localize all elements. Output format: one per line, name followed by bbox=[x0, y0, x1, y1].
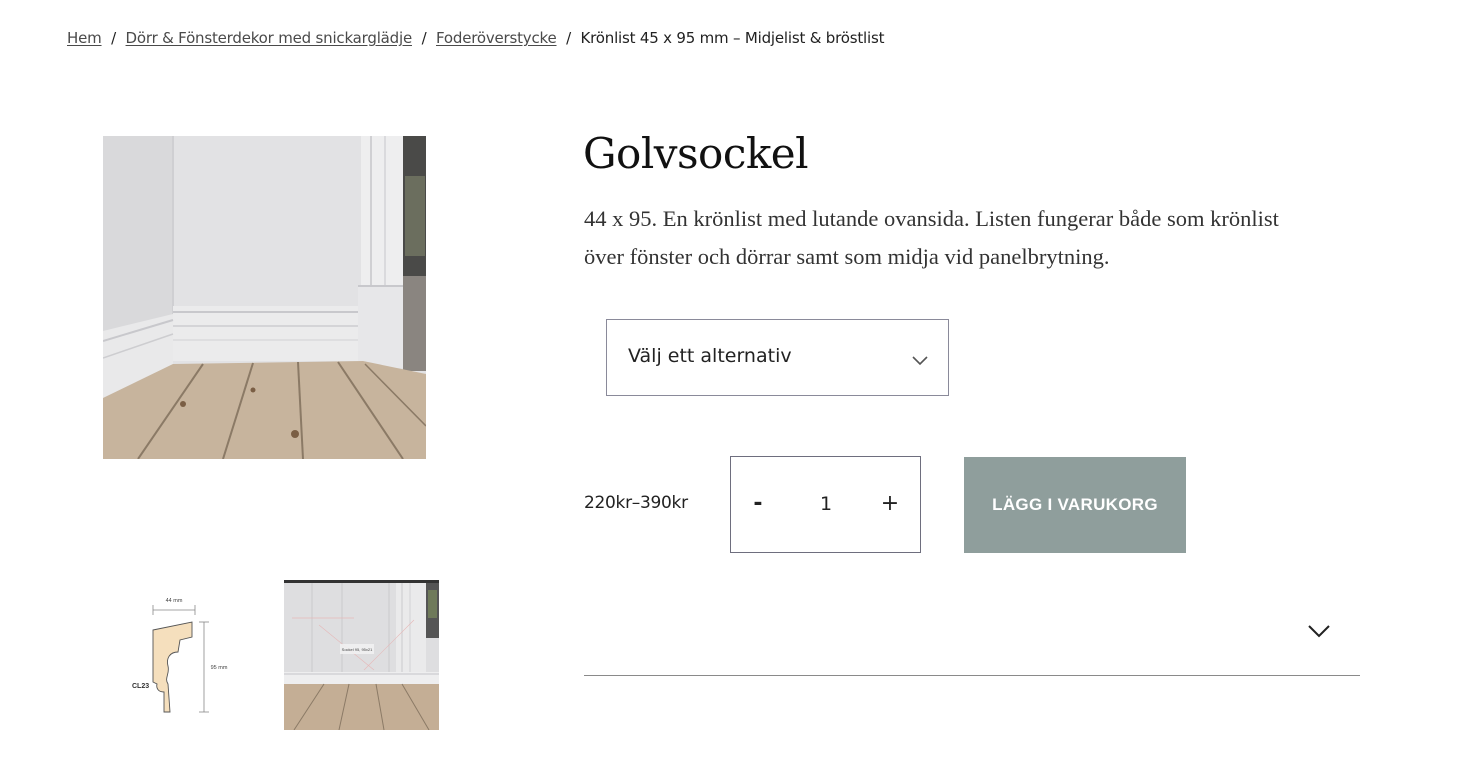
chevron-down-icon bbox=[912, 351, 928, 370]
product-thumbnail-profile[interactable]: 44 mm 95 mm CL23 bbox=[120, 580, 275, 730]
product-title: Golvsockel bbox=[583, 129, 809, 178]
product-info-accordion[interactable] bbox=[584, 600, 1360, 676]
breadcrumb-link-home[interactable]: Hem bbox=[67, 29, 102, 47]
quantity-input[interactable] bbox=[791, 487, 861, 521]
breadcrumb-link-subcategory[interactable]: Foderöverstycke bbox=[436, 29, 557, 47]
quantity-decrease-button[interactable]: - bbox=[743, 487, 773, 521]
breadcrumb-separator: / bbox=[111, 29, 116, 47]
quantity-increase-button[interactable]: + bbox=[875, 487, 905, 521]
profile-height-label: 95 mm bbox=[211, 665, 228, 671]
breadcrumb: Hem / Dörr & Fönsterdekor med snickarglä… bbox=[67, 29, 884, 47]
product-thumbnail-room[interactable]: Sockel 95, 95x21 bbox=[284, 580, 439, 730]
product-price: 220kr–390kr bbox=[584, 493, 688, 513]
room-thumbnail-label: Sockel 95, 95x21 bbox=[342, 647, 373, 652]
variant-select[interactable]: Välj ett alternativ bbox=[606, 319, 949, 396]
product-main-image[interactable] bbox=[103, 136, 426, 459]
breadcrumb-link-category[interactable]: Dörr & Fönsterdekor med snickarglädje bbox=[126, 29, 413, 47]
chevron-down-icon[interactable] bbox=[1308, 623, 1330, 642]
product-description: 44 x 95. En krönlist med lutande ovansid… bbox=[584, 206, 1279, 269]
breadcrumb-current: Krönlist 45 x 95 mm – Midjelist & bröstl… bbox=[580, 29, 885, 47]
quantity-stepper: - + bbox=[730, 456, 921, 553]
profile-code-label: CL23 bbox=[132, 683, 149, 690]
breadcrumb-separator: / bbox=[566, 29, 571, 47]
add-to-cart-button[interactable]: LÄGG I VARUKORG bbox=[964, 457, 1186, 553]
breadcrumb-separator: / bbox=[421, 29, 427, 47]
variant-select-value: Välj ett alternativ bbox=[628, 345, 792, 367]
profile-width-label: 44 mm bbox=[166, 598, 183, 604]
